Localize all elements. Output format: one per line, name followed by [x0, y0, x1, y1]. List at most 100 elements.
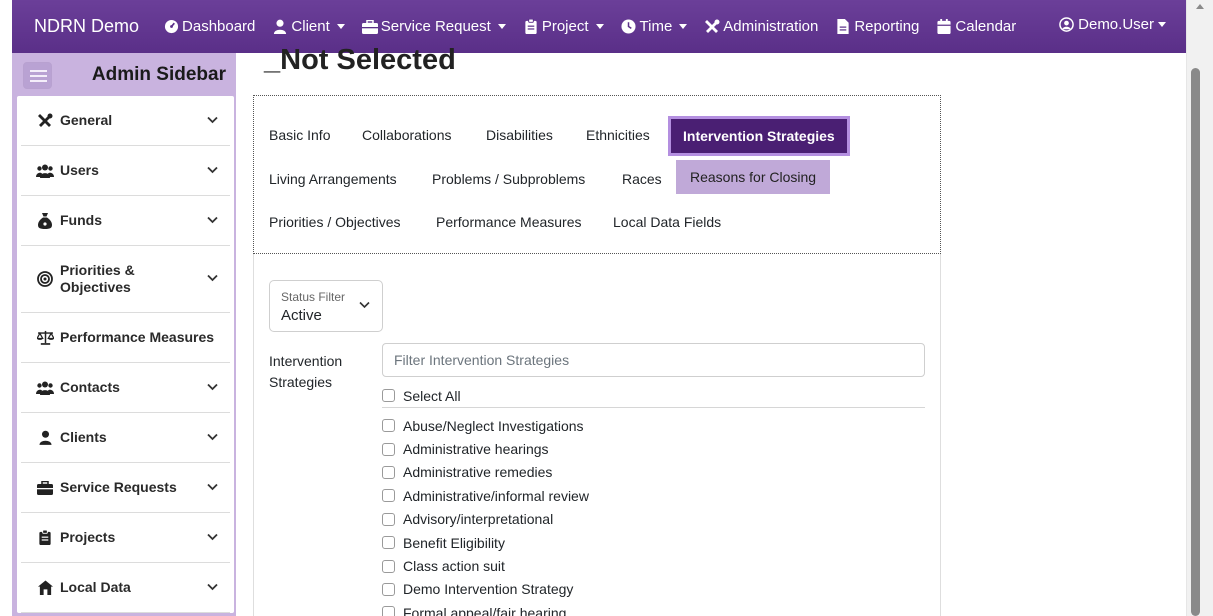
list-item[interactable]: Administrative/informal review	[382, 484, 925, 507]
chevron-down-icon	[207, 166, 218, 173]
target-icon	[36, 270, 54, 288]
tab-problems-subproblems[interactable]: Problems / Subproblems	[432, 171, 585, 187]
scroll-up-arrow-icon[interactable]	[1196, 4, 1204, 9]
list-item[interactable]: Abuse/Neglect Investigations	[382, 414, 925, 437]
tab-living-arrangements[interactable]: Living Arrangements	[269, 171, 397, 187]
filter-strategies-input[interactable]	[382, 343, 925, 377]
dashboard-icon	[163, 19, 179, 35]
user-icon	[272, 19, 288, 35]
nav-client[interactable]: Client	[272, 18, 345, 35]
status-filter-label: Status Filter	[281, 290, 346, 304]
sidebar-item-label: Priorities & Objectives	[60, 262, 135, 295]
sidebar-item-users[interactable]: Users	[21, 146, 230, 196]
sidebar-list: General Users Funds Priorities & Objecti…	[17, 96, 234, 613]
nav-administration-label: Administration	[723, 18, 819, 35]
strategy-checkbox[interactable]	[382, 465, 395, 479]
strategy-checkbox[interactable]	[382, 606, 395, 616]
list-item[interactable]: Administrative hearings	[382, 437, 925, 460]
nav-time[interactable]: Time	[621, 18, 688, 35]
list-item[interactable]: Advisory/interpretational	[382, 508, 925, 531]
sidebar-item-projects[interactable]: Projects	[21, 513, 230, 563]
nav-dashboard[interactable]: Dashboard	[163, 18, 255, 35]
nav-calendar[interactable]: Calendar	[936, 18, 1016, 35]
strategy-checkbox[interactable]	[382, 536, 395, 550]
nav-administration[interactable]: Administration	[704, 18, 818, 35]
scrollbar-thumb[interactable]	[1191, 68, 1200, 616]
tab-collaborations[interactable]: Collaborations	[362, 127, 452, 143]
sidebar-item-label: Funds	[60, 212, 102, 228]
chevron-down-icon	[207, 483, 218, 490]
clipboard-icon	[523, 19, 539, 35]
strategy-checkbox[interactable]	[382, 419, 395, 433]
scale-icon	[36, 329, 54, 347]
intervention-strategies-label: Intervention Strategies	[269, 353, 343, 390]
sidebar-item-general[interactable]: General	[21, 96, 230, 146]
sidebar-item-label: Performance Measures	[60, 329, 215, 345]
list-item[interactable]: Formal appeal/fair hearing	[382, 601, 925, 616]
strategy-checkbox[interactable]	[382, 512, 395, 526]
select-all-checkbox[interactable]	[382, 389, 395, 402]
tab-reasons-for-closing[interactable]: Reasons for Closing	[676, 160, 831, 194]
status-filter-select[interactable]: Status Filter Active	[269, 280, 383, 332]
strategy-label: Administrative remedies	[403, 464, 553, 481]
chevron-down-icon	[207, 116, 218, 123]
sidebar-item-service-requests[interactable]: Service Requests	[21, 463, 230, 513]
sidebar-item-label: Projects	[60, 529, 116, 545]
page-scrollbar[interactable]	[1186, 0, 1213, 616]
nav-reporting-label: Reporting	[854, 18, 920, 35]
tab-disabilities[interactable]: Disabilities	[486, 127, 553, 143]
chevron-down-icon	[207, 383, 218, 390]
page-title: _Not Selected	[264, 44, 456, 76]
chevron-down-icon	[207, 583, 218, 590]
clock-icon	[621, 19, 637, 35]
strategy-checkbox[interactable]	[382, 489, 395, 503]
list-item[interactable]: Class action suit	[382, 554, 925, 577]
brand-link[interactable]: NDRN Demo	[34, 16, 139, 37]
nav-dashboard-label: Dashboard	[182, 18, 256, 35]
tab-basic-info[interactable]: Basic Info	[269, 127, 330, 143]
strategy-checkbox[interactable]	[382, 582, 395, 596]
caret-down-icon	[336, 24, 345, 29]
strategy-checkbox[interactable]	[382, 442, 395, 456]
sidebar-item-clients[interactable]: Clients	[21, 413, 230, 463]
tab-local-data-fields[interactable]: Local Data Fields	[613, 214, 721, 230]
top-navbar: NDRN Demo Dashboard Client Service Reque…	[12, 0, 1186, 53]
briefcase-icon	[36, 479, 54, 497]
chevron-down-icon	[207, 433, 218, 440]
list-item[interactable]: Administrative remedies	[382, 461, 925, 484]
nav-reporting[interactable]: Reporting	[835, 18, 919, 35]
strategy-label: Class action suit	[403, 558, 505, 575]
list-item[interactable]: Demo Intervention Strategy	[382, 578, 925, 601]
select-all-label: Select All	[403, 387, 461, 404]
tab-priorities-objectives[interactable]: Priorities / Objectives	[269, 214, 400, 230]
strategy-list: Abuse/Neglect Investigations Administrat…	[382, 414, 925, 616]
strategy-checkbox[interactable]	[382, 559, 395, 573]
tab-performance-measures[interactable]: Performance Measures	[436, 214, 582, 230]
user-menu[interactable]: Demo.User	[1059, 16, 1166, 33]
nav-client-label: Client	[291, 18, 330, 35]
status-filter-value: Active	[281, 307, 322, 324]
select-all-row[interactable]: Select All	[382, 384, 925, 408]
hamburger-menu-icon[interactable]	[23, 62, 52, 89]
nav-project[interactable]: Project	[523, 18, 604, 35]
strategy-label: Benefit Eligibility	[403, 534, 505, 551]
sidebar-item-performance-measures[interactable]: Performance Measures	[21, 313, 230, 363]
tab-intervention-strategies[interactable]: Intervention Strategies	[668, 116, 850, 156]
chevron-down-icon	[359, 301, 370, 309]
sidebar-item-local-data[interactable]: Local Data	[21, 563, 230, 613]
sidebar-item-contacts[interactable]: Contacts	[21, 363, 230, 413]
list-item[interactable]: Benefit Eligibility	[382, 531, 925, 554]
tab-ethnicities[interactable]: Ethnicities	[586, 127, 650, 143]
sidebar-item-label: Service Requests	[60, 479, 177, 495]
sidebar-item-funds[interactable]: Funds	[21, 196, 230, 246]
sidebar-item-priorities-objectives[interactable]: Priorities & Objectives	[21, 246, 230, 313]
sidebar-item-label: Users	[60, 162, 99, 178]
strategy-label: Formal appeal/fair hearing	[403, 604, 567, 616]
chevron-down-icon	[207, 533, 218, 540]
sidebar-item-label: General	[60, 112, 113, 128]
sidebar-item-label: Clients	[60, 429, 107, 445]
sidebar-header: Admin Sidebar	[12, 53, 236, 95]
tab-races[interactable]: Races	[622, 171, 662, 187]
nav-service-request[interactable]: Service Request	[361, 18, 506, 35]
strategy-label: Administrative/informal review	[403, 487, 589, 504]
